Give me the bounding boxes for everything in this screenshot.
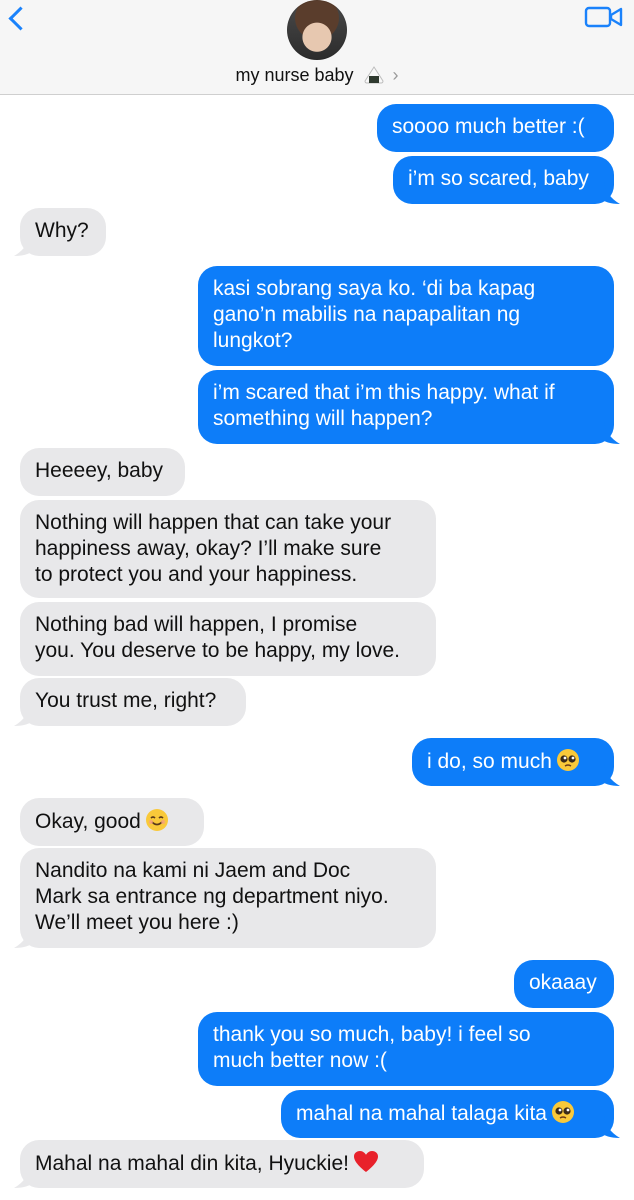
message-text: lungkot?: [213, 329, 293, 352]
message-text: gano’n mabilis na napapalitan ng: [213, 303, 521, 326]
message-text: Nothing will happen that can take your: [35, 511, 392, 534]
message-bubble-incoming[interactable]: Heeeey, baby: [20, 448, 185, 496]
chevron-right-icon: ›: [392, 64, 399, 85]
message-text: thank you so much, baby! i feel so: [213, 1023, 531, 1046]
pleading-face-emoji: [552, 1101, 574, 1123]
message-text: Nothing bad will happen, I promise: [35, 613, 358, 636]
message-text: Mahal na mahal din kita, Hyuckie!: [35, 1150, 409, 1177]
message-text-part: Okay, good: [35, 810, 141, 833]
bubble-tail: [600, 182, 620, 204]
message-text: soooo much better :(: [392, 115, 585, 138]
message-text: happiness away, okay? I’ll make sure: [35, 537, 382, 560]
conversation-header: my nurse baby ›: [0, 0, 634, 95]
message-text: i do, so much: [427, 748, 599, 775]
message-text: Mark sa entrance ng department niyo.: [35, 885, 389, 908]
message-bubble-outgoing[interactable]: kasi sobrang saya ko. ‘di ba kapag gano’…: [198, 266, 614, 366]
contact-name-row[interactable]: my nurse baby ›: [0, 64, 634, 86]
message-bubble-outgoing[interactable]: soooo much better :(: [377, 104, 614, 152]
pleading-face-emoji: [556, 749, 579, 771]
bubble-tail: [14, 926, 34, 948]
message-bubble-incoming[interactable]: Nandito na kami ni Jaem and Doc Mark sa …: [14, 848, 436, 948]
bubble-tail: [14, 704, 34, 726]
message-text: i’m so scared, baby: [408, 167, 589, 190]
message-bubble-incoming[interactable]: Okay, good: [20, 798, 204, 846]
message-text: Heeeey, baby: [35, 459, 164, 482]
contact-avatar[interactable]: [287, 0, 347, 60]
back-button[interactable]: [0, 0, 44, 40]
message-bubble-incoming[interactable]: Nothing will happen that can take your h…: [20, 500, 436, 598]
message-text: Why?: [35, 219, 89, 242]
contact-name: my nurse baby: [235, 64, 354, 85]
message-text-part: Mahal na mahal din kita, Hyuckie!: [35, 1152, 349, 1175]
message-bubble-outgoing[interactable]: okaaay: [514, 960, 614, 1008]
bubble-tail: [14, 234, 34, 256]
message-bubble-outgoing[interactable]: mahal na mahal talaga kita: [281, 1090, 620, 1138]
onigiri-emoji: [364, 66, 384, 84]
message-bubble-outgoing[interactable]: thank you so much, baby! i feel so much …: [198, 1012, 614, 1086]
message-text: mahal na mahal talaga kita: [296, 1100, 599, 1127]
video-call-icon[interactable]: [584, 6, 624, 28]
message-bubble-incoming[interactable]: Why?: [14, 208, 106, 256]
message-bubble-incoming[interactable]: Nothing bad will happen, I promise you. …: [20, 602, 436, 676]
back-chevron-icon: [8, 6, 33, 31]
message-text: We’ll meet you here :): [35, 911, 239, 934]
message-bubble-incoming[interactable]: Mahal na mahal din kita, Hyuckie!: [14, 1140, 424, 1188]
message-text: Okay, good: [35, 808, 189, 835]
bubble-tail: [600, 422, 620, 444]
message-text: something will happen?: [213, 407, 433, 430]
message-bubble-incoming[interactable]: You trust me, right?: [14, 678, 246, 726]
smiling-face-emoji: [145, 809, 168, 831]
message-text-part: mahal na mahal talaga kita: [296, 1102, 547, 1125]
bubble-tail: [600, 1116, 620, 1138]
message-text: much better now :(: [213, 1049, 387, 1072]
message-text: i’m scared that i’m this happy. what if: [213, 381, 555, 404]
red-heart-emoji: [354, 1151, 378, 1172]
message-text: to protect you and your happiness.: [35, 563, 358, 586]
message-text: kasi sobrang saya ko. ‘di ba kapag: [213, 277, 536, 300]
bubble-tail: [600, 764, 620, 786]
message-bubble-outgoing[interactable]: i do, so much: [412, 738, 620, 786]
message-text: Nandito na kami ni Jaem and Doc: [35, 859, 351, 882]
bubble-tail: [14, 1166, 34, 1188]
message-text: okaaay: [529, 971, 597, 994]
message-text-part: i do, so much: [427, 750, 552, 773]
message-text: you. You deserve to be happy, my love.: [35, 639, 401, 662]
message-bubble-outgoing[interactable]: i’m scared that i’m this happy. what if …: [198, 370, 620, 444]
message-text: You trust me, right?: [35, 689, 217, 712]
message-bubble-outgoing[interactable]: i’m so scared, baby: [393, 156, 620, 204]
